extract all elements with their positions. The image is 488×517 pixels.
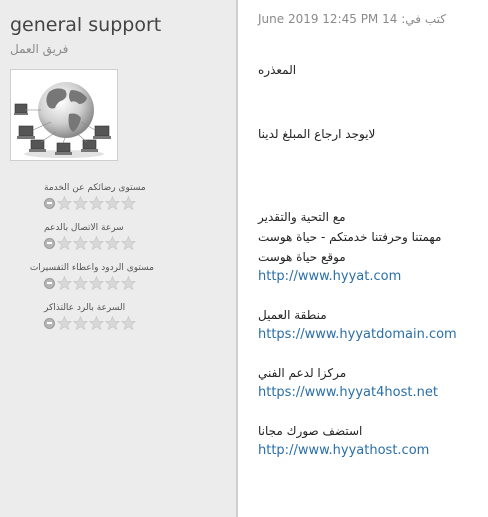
- rating-contact-speed: سرعة الاتصال بالدعم: [44, 222, 154, 250]
- staff-sidebar: general support فريق العمل مستوى رضائكم …: [0, 0, 236, 517]
- star-icon[interactable]: [57, 316, 72, 330]
- star-icon[interactable]: [89, 276, 104, 290]
- star-icon[interactable]: [105, 196, 120, 210]
- greeting-text: مع التحية والتقدير: [258, 210, 346, 224]
- site-link[interactable]: http://www.hyyat.com: [258, 269, 483, 284]
- rating-satisfaction: مستوى رضائكم عن الخدمة: [44, 182, 154, 210]
- star-icon[interactable]: [73, 316, 88, 330]
- rating-label: مستوى الردود واعطاء التفسيرات: [29, 263, 154, 273]
- ticket-reply: general support فريق العمل مستوى رضائكم …: [0, 0, 488, 517]
- support-center-label: مركزا لدعم الفني: [258, 366, 347, 380]
- star-icon[interactable]: [121, 196, 136, 210]
- message-timestamp: كتب في: 14 June 2019 12:45 PM: [258, 12, 446, 26]
- star-icon[interactable]: [105, 316, 120, 330]
- image-hosting-label: استضف صورك مجانا: [258, 424, 363, 438]
- apology-text: المعذره: [258, 63, 297, 77]
- star-rating[interactable]: [44, 316, 154, 330]
- clear-rating-icon[interactable]: [44, 197, 55, 209]
- image-hosting-link[interactable]: http://www.hyyathost.com: [258, 443, 483, 458]
- star-rating[interactable]: [44, 276, 154, 290]
- support-center-link[interactable]: https://www.hyyat4host.net: [258, 385, 483, 400]
- star-icon[interactable]: [73, 276, 88, 290]
- rating-label: السرعة بالرد عالتذاكر: [44, 303, 126, 313]
- message-panel: كتب في: 14 June 2019 12:45 PM المعذره لا…: [238, 0, 488, 517]
- site-label: موقع حياة هوست: [258, 250, 346, 264]
- star-rating[interactable]: [44, 196, 154, 210]
- clear-rating-icon[interactable]: [44, 237, 55, 249]
- staff-name: general support: [10, 14, 162, 36]
- message-body: المعذره لايوجد ارجاع المبلغ لدينا مع الت…: [258, 59, 483, 458]
- star-icon[interactable]: [89, 236, 104, 250]
- star-icon[interactable]: [89, 316, 104, 330]
- star-icon[interactable]: [121, 276, 136, 290]
- globe-network-icon: [14, 82, 111, 158]
- star-icon[interactable]: [57, 196, 72, 210]
- star-rating[interactable]: [44, 236, 154, 250]
- star-icon[interactable]: [73, 196, 88, 210]
- rating-label: مستوى رضائكم عن الخدمة: [44, 183, 146, 193]
- clear-rating-icon[interactable]: [44, 317, 55, 329]
- rating-label: سرعة الاتصال بالدعم: [44, 223, 124, 233]
- star-icon[interactable]: [57, 276, 72, 290]
- star-icon[interactable]: [105, 276, 120, 290]
- rating-replies-quality: مستوى الردود واعطاء التفسيرات: [29, 262, 154, 290]
- staff-role: فريق العمل: [10, 42, 69, 56]
- mission-text: مهمتنا وحرفتنا خدمتكم - حياة هوست: [258, 230, 442, 244]
- client-area-label: منطقة العميل: [258, 308, 327, 322]
- star-icon[interactable]: [73, 236, 88, 250]
- client-area-link[interactable]: https://www.hyyatdomain.com: [258, 327, 483, 342]
- star-icon[interactable]: [121, 236, 136, 250]
- clear-rating-icon[interactable]: [44, 277, 55, 289]
- star-icon[interactable]: [105, 236, 120, 250]
- staff-avatar: [10, 69, 118, 161]
- rating-ticket-speed: السرعة بالرد عالتذاكر: [44, 302, 154, 330]
- refund-text: لايوجد ارجاع المبلغ لدينا: [258, 127, 376, 141]
- star-icon[interactable]: [57, 236, 72, 250]
- star-icon[interactable]: [121, 316, 136, 330]
- star-icon[interactable]: [89, 196, 104, 210]
